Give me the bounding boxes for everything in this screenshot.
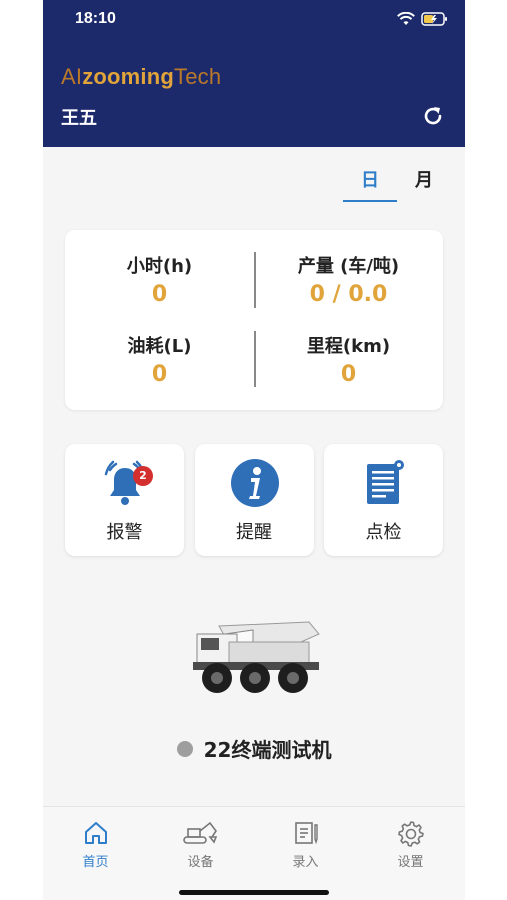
home-indicator: [179, 890, 329, 895]
gear-icon: [397, 821, 424, 847]
divider: [254, 252, 256, 308]
period-tabs: 日 月: [343, 168, 451, 202]
tab-month[interactable]: 月: [397, 168, 451, 200]
nav-settings[interactable]: 设置: [358, 819, 463, 870]
app-screen: 18:10 AIzoomingTech 王五 日 月 小时(h) 0 产量 (车…: [43, 0, 465, 900]
nav-home[interactable]: 首页: [43, 819, 148, 870]
status-time: 18:10: [75, 10, 116, 27]
device-row[interactable]: 22终端测试机: [43, 734, 465, 763]
refresh-icon[interactable]: [421, 104, 445, 128]
stat-label: 油耗(L): [127, 336, 192, 357]
logo-prefix: AI: [61, 64, 83, 89]
user-name: 王五: [61, 108, 97, 129]
excavator-icon: [182, 821, 217, 844]
nav-entry[interactable]: 录入: [253, 819, 358, 870]
status-icons: [397, 12, 449, 26]
stat-hours: 小时(h) 0: [65, 252, 254, 307]
stat-value: 0: [151, 282, 168, 307]
info-icon: [230, 459, 279, 507]
nav-label: 录入: [292, 855, 319, 870]
action-cards: 2 报警 提醒 点检: [65, 444, 443, 556]
reminder-card[interactable]: 提醒: [194, 444, 314, 556]
stat-label: 产量 (车/吨): [297, 256, 400, 277]
nav-equipment[interactable]: 设备: [148, 819, 253, 870]
action-label: 点检: [365, 522, 402, 543]
nav-label: 设置: [397, 855, 424, 870]
stat-fuel: 油耗(L) 0: [65, 332, 254, 387]
device-name: 22终端测试机: [203, 738, 332, 762]
logo-suffix: Tech: [174, 64, 222, 89]
checklist-icon: [367, 460, 404, 504]
nav-label: 设备: [187, 855, 214, 870]
battery-icon: [421, 12, 447, 26]
tab-day[interactable]: 日: [343, 168, 397, 202]
alarm-count-badge: 2: [133, 466, 153, 486]
entry-icon: [294, 822, 318, 845]
action-label: 提醒: [236, 522, 272, 543]
logo-mid: zooming: [82, 64, 175, 89]
stats-card: 小时(h) 0 产量 (车/吨) 0 / 0.0 油耗(L) 0 里程(km) …: [65, 230, 443, 410]
stat-label: 小时(h): [126, 256, 193, 277]
bottom-nav: 首页 设备 录入 设置: [43, 806, 465, 900]
stat-value: 0 / 0.0: [309, 282, 388, 307]
device-status-dot: [176, 740, 193, 757]
home-icon: [84, 822, 107, 844]
stat-value: 0: [151, 362, 168, 387]
mining-truck-image: [193, 621, 320, 693]
stat-label: 里程(km): [306, 336, 391, 357]
stat-mileage: 里程(km) 0: [254, 332, 443, 387]
brand-logo: AIzoomingTech: [61, 64, 221, 90]
wifi-icon: [397, 12, 415, 25]
app-header: 18:10 AIzoomingTech 王五: [43, 0, 465, 147]
stat-production: 产量 (车/吨) 0 / 0.0: [254, 252, 443, 307]
nav-label: 首页: [82, 855, 109, 870]
divider: [254, 331, 256, 387]
alarm-card[interactable]: 2 报警: [65, 444, 184, 556]
stat-value: 0: [340, 362, 357, 387]
action-label: 报警: [106, 522, 143, 543]
inspection-card[interactable]: 点检: [324, 444, 443, 556]
